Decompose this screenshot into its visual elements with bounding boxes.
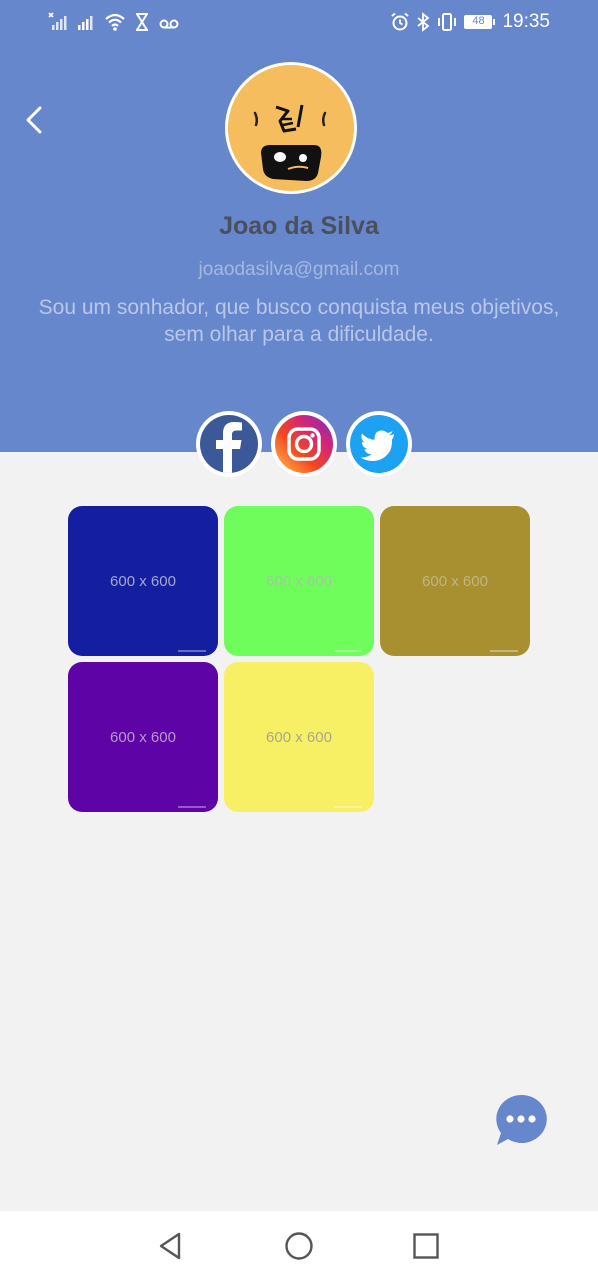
profile-name: Joao da Silva <box>219 212 379 240</box>
gallery-tile[interactable]: 600 x 600 <box>380 506 530 656</box>
twitter-icon <box>350 415 408 473</box>
profile-email: joaodasilva@gmail.com <box>198 259 400 280</box>
profile-bio: Sou um sonhador, que busco conquista meu… <box>8 294 590 348</box>
photo-gallery: 600 x 600 600 x 600 600 x 600 600 x 600 … <box>68 506 532 812</box>
tile-watermark <box>178 806 206 808</box>
chat-button[interactable] <box>494 1093 548 1147</box>
profile-bio-line: Sou um sonhador, que busco conquista meu… <box>38 296 560 319</box>
instagram-icon <box>275 415 333 473</box>
tile-label: 600 x 600 <box>422 572 488 590</box>
voicemail-icon <box>159 19 179 29</box>
status-time: 19:35 <box>502 11 550 32</box>
chevron-left-icon <box>26 106 42 134</box>
profile-bio-line: sem olhar para a dificuldade. <box>164 323 434 346</box>
avatar-image <box>228 65 354 191</box>
back-button[interactable] <box>16 100 52 140</box>
gallery-tile[interactable]: 600 x 600 <box>68 506 218 656</box>
nav-recents-button[interactable] <box>408 1228 444 1264</box>
monster-face-icon <box>228 65 354 191</box>
status-right-icons: 48 19:35 <box>390 10 550 34</box>
tile-watermark <box>334 650 362 652</box>
circle-home-icon <box>285 1232 313 1260</box>
chat-bubble-icon <box>496 1094 547 1145</box>
avatar <box>225 62 357 194</box>
alarm-icon <box>391 12 410 31</box>
facebook-icon <box>200 415 258 473</box>
nav-home-button[interactable] <box>281 1228 317 1264</box>
wifi-icon <box>105 13 125 31</box>
status-bar: 48 19:35 <box>0 0 598 44</box>
gallery-tile[interactable]: 600 x 600 <box>224 662 374 812</box>
tile-label: 600 x 600 <box>266 572 332 590</box>
signal-icon <box>78 16 93 30</box>
tile-watermark <box>334 806 362 808</box>
social-links <box>196 411 412 477</box>
square-recents-icon <box>413 1233 439 1259</box>
battery-icon: 48 <box>464 15 496 29</box>
tile-label: 600 x 600 <box>266 728 332 746</box>
tile-watermark <box>490 650 518 652</box>
no-sim-signal-icon <box>48 12 67 30</box>
status-left-icons <box>48 10 180 34</box>
instagram-button[interactable] <box>271 411 337 477</box>
hourglass-icon <box>136 13 148 31</box>
system-nav-bar <box>0 1211 598 1280</box>
gallery-tile[interactable]: 600 x 600 <box>224 506 374 656</box>
profile-header: 48 19:35 Joao da Silva joaodasilva@gmail… <box>0 0 598 452</box>
nav-back-button[interactable] <box>152 1228 188 1264</box>
tile-label: 600 x 600 <box>110 572 176 590</box>
triangle-back-icon <box>159 1232 181 1260</box>
profile-screen: 48 19:35 Joao da Silva joaodasilva@gmail… <box>0 0 598 1280</box>
facebook-button[interactable] <box>196 411 262 477</box>
bluetooth-icon <box>417 12 430 32</box>
gallery-tile[interactable]: 600 x 600 <box>68 662 218 812</box>
vibrate-icon <box>438 13 457 31</box>
tile-watermark <box>178 650 206 652</box>
tile-label: 600 x 600 <box>110 728 176 746</box>
twitter-button[interactable] <box>346 411 412 477</box>
